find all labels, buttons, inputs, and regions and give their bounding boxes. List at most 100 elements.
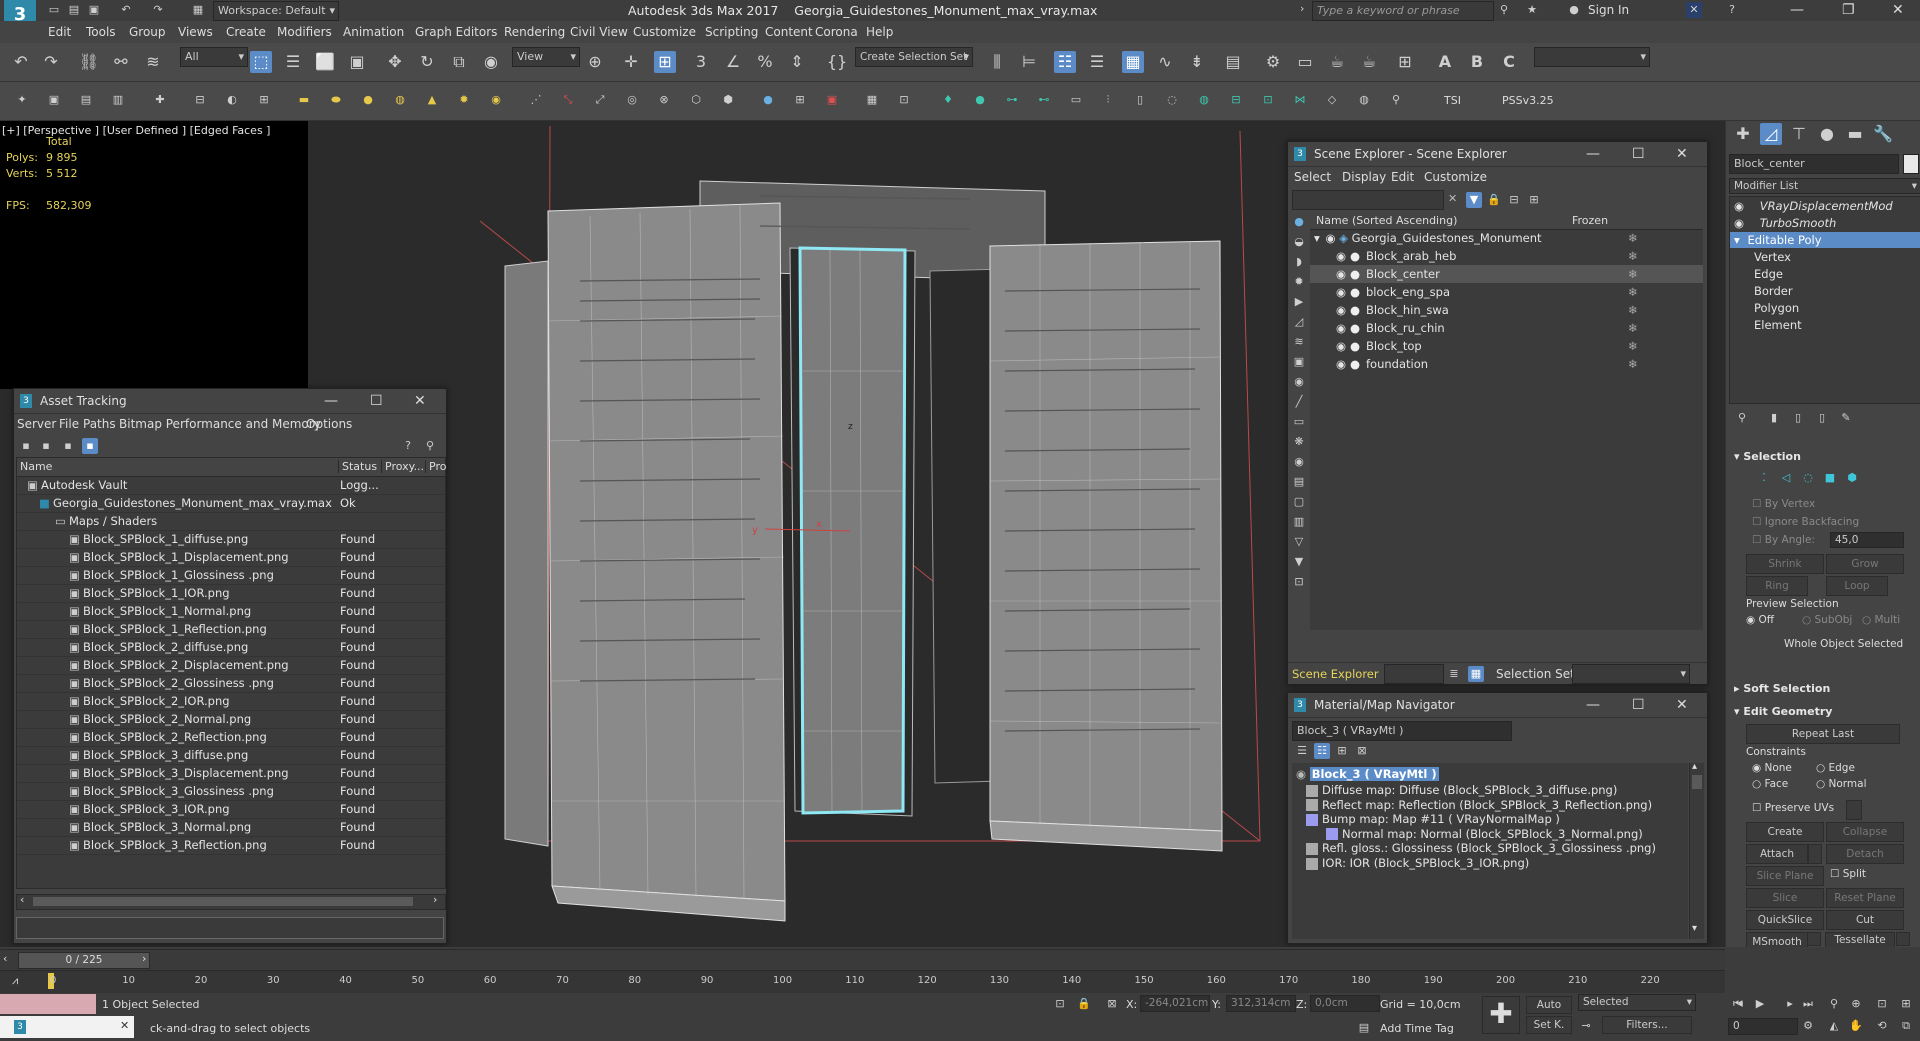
checkout-icon[interactable]: ▪ [38,438,54,454]
zoom-all-icon[interactable]: ⊕ [1848,996,1864,1012]
tool-icon-27[interactable]: ▯ [1132,92,1148,108]
asset-tracking-titlebar[interactable]: 3 Asset Tracking — ☐ ✕ [14,389,446,414]
close-icon[interactable]: ✕ [120,1019,129,1032]
asset-list-hscroll[interactable]: ‹ › [16,893,446,910]
asset-row[interactable]: ▣ Block_SPBlock_2_Displacement.png Found [17,656,445,675]
x-coord-field[interactable]: -264,021cm [1140,995,1210,1012]
scene-item[interactable]: ◉ ● Block_hin_swa ❄ [1310,301,1703,319]
cut-button[interactable]: Cut [1826,910,1904,930]
layer-icon[interactable]: ⊞ [1526,192,1542,208]
tool-icon-30[interactable]: ⊟ [1228,92,1244,108]
y-coord-field[interactable]: 312,314cm [1226,995,1296,1012]
scale-icon[interactable]: ⧉ [448,51,470,73]
set-key-big-icon[interactable]: ✚ [1482,996,1520,1034]
help-icon[interactable]: ? [400,438,416,454]
place-icon[interactable]: ◉ [480,51,502,73]
stack-item-vray-displacement[interactable]: ◉ VRayDisplacementMod [1730,198,1920,214]
search-input[interactable]: Type a keyword or phrase [1312,1,1494,21]
rendered-frame-window-icon[interactable]: ▭ [1294,51,1316,73]
object-name-field[interactable]: Block_center [1729,154,1899,174]
tool-icon-14[interactable]: ⬡ [688,92,704,108]
pin-stack-icon[interactable]: ⚲ [1734,410,1750,426]
tool-icon-22[interactable]: ● [972,92,988,108]
display-shapes-icon[interactable]: ◗ [1291,254,1307,270]
menu-item-select[interactable]: Select [1294,170,1331,184]
maximize-icon[interactable]: ☐ [1632,693,1645,717]
slice-plane-button[interactable]: Slice Plane [1746,866,1824,886]
stack-subitem-border[interactable]: Border [1754,283,1793,299]
current-frame-field[interactable]: 0 [1728,1018,1798,1035]
go-to-end-icon[interactable]: ⏭ [1800,996,1816,1012]
menu-item-edit[interactable]: Edit [1391,170,1414,184]
workspace-dropdown[interactable]: Workspace: Default ▾ [213,1,339,21]
asset-row[interactable]: ▣ Block_SPBlock_1_Displacement.png Found [17,548,445,567]
filter-funnel-icon[interactable]: ▽ [1291,534,1307,550]
tool-icon-12[interactable]: ◎ [624,92,640,108]
mirror-icon[interactable]: ⫼ [986,51,1008,73]
move-icon[interactable]: ✥ [384,51,406,73]
menu-item-create[interactable]: Create [226,25,266,39]
vscroll-thumb[interactable] [1692,775,1702,789]
tool-icon-20[interactable]: ⊡ [896,92,912,108]
tool-icon-1[interactable]: ✦ [14,92,30,108]
minimize-icon[interactable]: — [1790,0,1804,22]
pss-button[interactable]: PSSv3.25 [1502,94,1554,107]
next-frame-icon[interactable]: ▸ [1782,996,1798,1012]
menu-item-group[interactable]: Group [129,25,166,39]
edit-geometry-rollout-header[interactable]: ▾ Edit Geometry [1734,705,1832,718]
select-manipulate-icon[interactable]: ✛ [620,51,642,73]
maximize-icon[interactable]: ☐ [370,389,383,413]
maximize-viewport-icon[interactable]: ⧉ [1898,1018,1914,1034]
motion-tab-icon[interactable]: ● [1816,123,1838,145]
frozen-snowflake-icon[interactable]: ❄ [1628,337,1638,355]
play-icon[interactable]: ▶ [1752,996,1768,1012]
scene-root-item[interactable]: ▾ ◉ ◈ Georgia_Guidestones_Monument ❄ [1310,229,1703,247]
toolbar-empty-dropdown[interactable]: ▾ [1534,47,1650,67]
menu-item-animation[interactable]: Animation [343,25,404,39]
modifier-list-dropdown[interactable]: Modifier List ▾ [1729,178,1920,194]
unlink-icon[interactable]: ⚯ [110,51,132,73]
make-unique-icon[interactable]: ▯ [1790,410,1806,426]
tool-icon-10[interactable]: ⤡ [560,92,576,108]
menu-item-customize[interactable]: Customize [633,25,696,39]
add-time-tag[interactable]: Add Time Tag [1380,1022,1454,1035]
menu-item-paths[interactable]: Paths [83,417,116,431]
save-file-icon[interactable]: ▣ [86,2,102,18]
preserve-uvs-settings-button[interactable] [1846,800,1862,820]
menu-item-customize[interactable]: Customize [1424,170,1487,184]
tool-icon-8[interactable]: ⊞ [256,92,272,108]
time-tag-icon[interactable]: ▤ [1356,1020,1372,1036]
tool-icon-16[interactable]: ● [760,92,776,108]
display-influences-icon[interactable]: ▢ [1291,494,1307,510]
close-icon[interactable]: ✕ [1676,693,1688,717]
frozen-snowflake-icon[interactable]: ❄ [1628,319,1638,337]
ribbon-toggle-icon[interactable]: ▦ [1122,51,1144,73]
pan-icon[interactable]: ✋ [1848,1018,1864,1034]
column-name-sorted[interactable]: Name (Sorted Ascending) [1316,214,1457,227]
asset-row[interactable]: ▣ Block_SPBlock_1_Normal.png Found [17,602,445,621]
time-slider[interactable]: ‹ 0 / 225 › [0,949,1725,970]
scroll-down-icon[interactable]: ▾ [1692,923,1697,934]
menu-item-civil-view[interactable]: Civil View [570,25,628,39]
quickslice-button[interactable]: QuickSlice [1746,910,1824,930]
remove-modifier-icon[interactable]: ▯ [1814,410,1830,426]
ring-button[interactable]: Ring [1746,576,1808,596]
scene-explorer-search[interactable] [1292,190,1444,210]
tool-icon-28[interactable]: ◌ [1164,92,1180,108]
menu-item-edit[interactable]: Edit [48,25,71,39]
asset-row[interactable]: ▣ Block_SPBlock_1_Glossiness .png Found [17,566,445,585]
asset-row[interactable]: ▣ Autodesk Vault Logg... [17,476,445,495]
attach-button[interactable]: Attach [1746,844,1808,864]
stack-item-editable-poly[interactable]: ▾ Editable Poly [1730,232,1920,248]
box-primitive-icon[interactable]: ▬ [296,92,312,108]
frozen-snowflake-icon[interactable]: ❄ [1628,247,1638,265]
select-funnel-icon[interactable]: ▼ [1291,554,1307,570]
clear-search-icon[interactable]: ✕ [1448,192,1457,205]
constraint-none-radio[interactable]: ◉ None [1752,762,1792,774]
material-tree-vscroll[interactable]: ▴ ▾ [1689,761,1704,939]
set-key-button[interactable]: Set K. [1526,1016,1572,1034]
border-mode-icon[interactable]: ◌ [1800,470,1816,486]
schematic-view-icon[interactable]: ⇟ [1186,51,1208,73]
vertex-mode-icon[interactable]: ⁚ [1756,470,1772,486]
scene-item[interactable]: ◉ ● foundation ❄ [1310,355,1703,373]
